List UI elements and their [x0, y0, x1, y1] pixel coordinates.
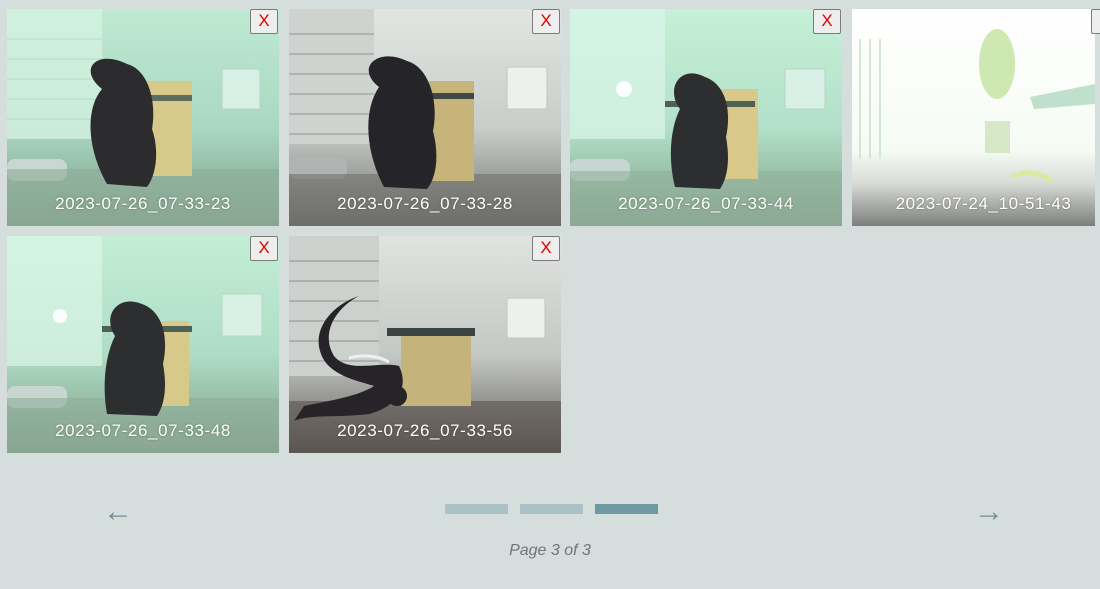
page-dot-2[interactable] [520, 504, 583, 514]
photo-card[interactable]: 2023-07-26_07-33-56 X [289, 236, 561, 453]
delete-button[interactable]: X [813, 9, 841, 34]
photo-card[interactable]: 2023-07-26_07-33-23 X [7, 9, 279, 226]
photo-timestamp: 2023-07-26_07-33-23 [55, 194, 231, 213]
photo-timestamp: 2023-07-26_07-33-28 [337, 194, 513, 213]
delete-button[interactable]: X [532, 236, 560, 261]
page-dot-1[interactable] [445, 504, 508, 514]
photo-card[interactable]: 2023-07-26_07-33-44 X [570, 9, 842, 226]
delete-button[interactable]: X [532, 9, 560, 34]
page-indicator: Page 3 of 3 [509, 542, 591, 559]
next-page-arrow[interactable]: → [974, 497, 1004, 527]
photo-timestamp: 2023-07-26_07-33-56 [337, 421, 513, 440]
delete-button[interactable]: X [1091, 9, 1100, 34]
photo-timestamp: 2023-07-24_10-51-43 [895, 194, 1072, 213]
photo-card[interactable]: 2023-07-26_07-33-48 X [7, 236, 279, 453]
photo-gallery: 2023-07-26_07-33-23 X 2023-07-26_07-33-2… [0, 0, 1100, 470]
photo-card[interactable]: 2023-07-26_07-33-28 X [289, 9, 561, 226]
page-dot-3[interactable] [595, 504, 658, 514]
delete-button[interactable]: X [250, 9, 278, 34]
photo-timestamp: 2023-07-26_07-33-44 [618, 194, 794, 213]
previous-page-arrow[interactable]: ← [103, 497, 133, 527]
photo-timestamp: 2023-07-26_07-33-48 [55, 421, 231, 440]
photo-card[interactable]: 2023-07-24_10-51-43 X [852, 9, 1100, 226]
delete-button[interactable]: X [250, 236, 278, 261]
